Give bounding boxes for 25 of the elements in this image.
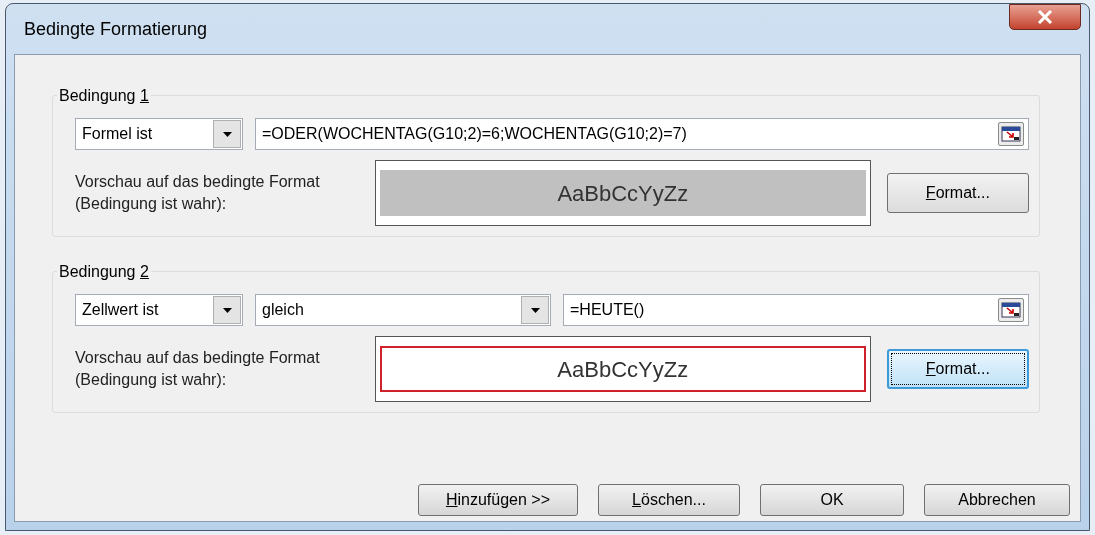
format-preview: AaBbCcYyZz [379,346,866,392]
dropdown[interactable]: Zellwert ist [75,294,243,326]
format-preview: AaBbCcYyZz [379,170,866,216]
dialog-button[interactable]: Hinzufügen >> [418,484,578,516]
dialog-button[interactable]: Abbrechen [924,484,1070,516]
format-button[interactable]: Format... [886,349,1029,389]
dropdown-arrow-icon [222,307,232,313]
dialog-button[interactable]: Löschen... [598,484,740,516]
collapse-dialog-button[interactable] [998,122,1024,146]
dropdown[interactable]: Formel ist [75,118,243,150]
dialog-button[interactable]: OK [760,484,904,516]
dropdown-arrow-icon [530,307,540,313]
close-button[interactable] [1009,4,1081,30]
preview-label: Vorschau auf das bedingte Format (Bedingung ist wahr): [75,348,321,390]
collapse-dialog-button[interactable] [998,298,1024,322]
window-title: Bedingte Formatierung [24,17,208,41]
formula-field[interactable]: =HEUTE() [563,294,1029,326]
dropdown[interactable]: gleich [255,294,551,326]
dropdown-arrow-icon [222,131,232,137]
formula-field[interactable]: =ODER(WOCHENTAG(G10;2)=6;WOCHENTAG(G10;2)=7) [255,118,1029,150]
range-select-icon [1001,302,1021,318]
format-button[interactable]: Format... [886,173,1029,213]
close-icon [1037,10,1053,24]
range-select-icon [1001,126,1021,142]
preview-label: Vorschau auf das bedingte Format (Bedingung ist wahr): [75,172,321,214]
